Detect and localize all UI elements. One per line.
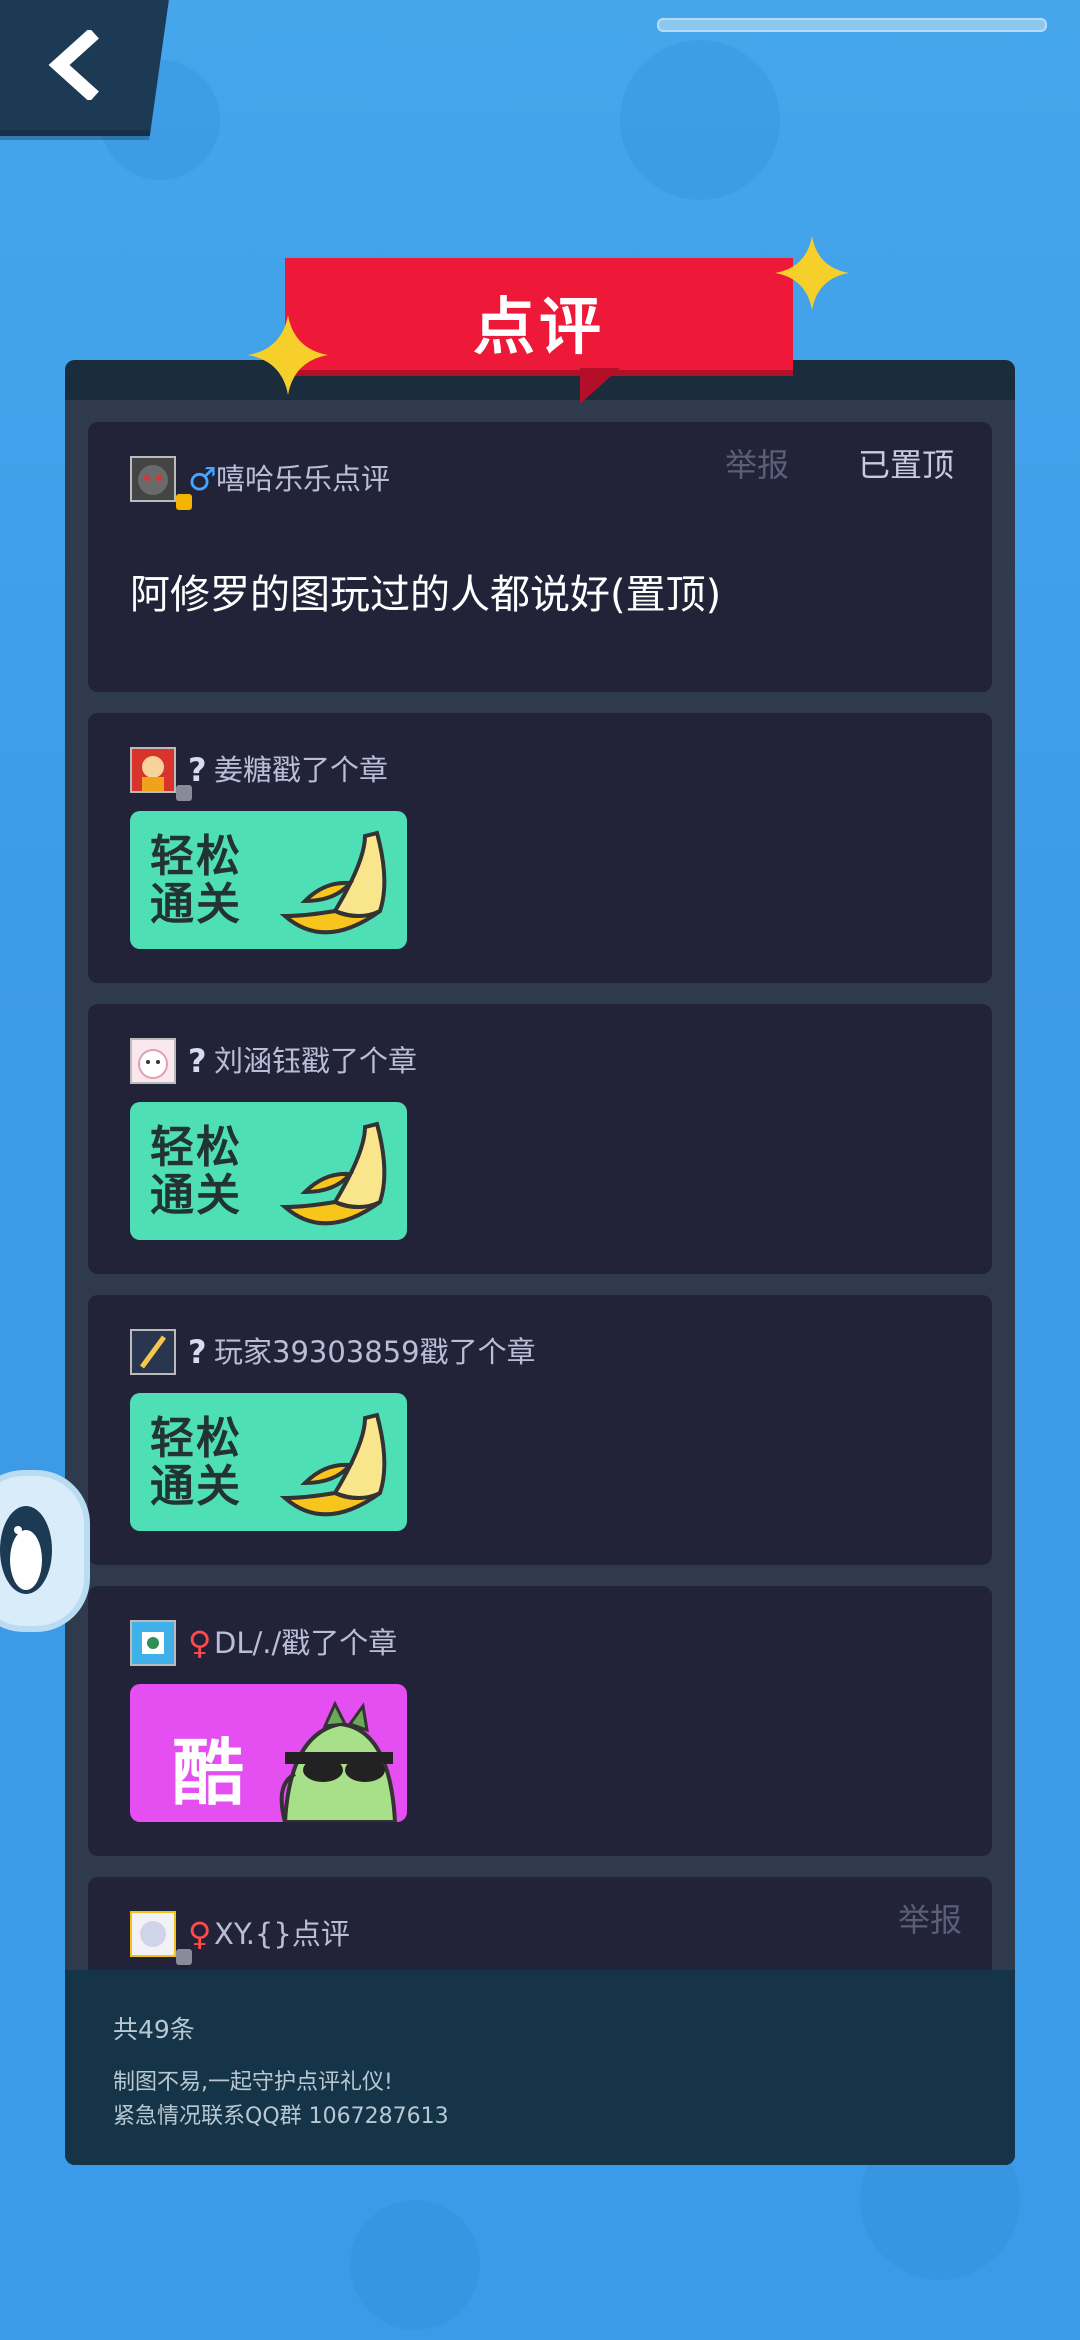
- username[interactable]: 玩家39303859戳了个章: [214, 1329, 536, 1375]
- banana-icon: [279, 1412, 387, 1517]
- etiquette-note: 制图不易,一起守护点评礼仪!: [113, 2070, 393, 2095]
- gender-icon: ?: [188, 1042, 207, 1080]
- background-decoration: [350, 2200, 480, 2330]
- comment-list[interactable]: ♂ 嘻哈乐乐点评 举报 已置顶 阿修罗的图玩过的人都说好(置顶) ? 姜糖戳了个…: [88, 422, 992, 1972]
- gender-icon: ?: [188, 751, 207, 789]
- gender-icon: ?: [188, 1333, 207, 1371]
- report-button[interactable]: 举报: [725, 442, 789, 488]
- chevron-left-icon[interactable]: [45, 30, 105, 100]
- sticker-text: 轻松通关: [150, 1413, 242, 1512]
- gender-icon: ♀: [188, 1915, 212, 1953]
- username[interactable]: 嘻哈乐乐点评: [216, 456, 390, 502]
- pinned-label[interactable]: 已置顶: [858, 442, 954, 488]
- sticker-easy-clear: 轻松通关: [130, 811, 407, 949]
- username[interactable]: 刘涵钰戳了个章: [214, 1038, 417, 1084]
- comment-card: ? 刘涵钰戳了个章 轻松通关: [88, 1004, 992, 1274]
- comment-text: 阿修罗的图玩过的人都说好(置顶): [130, 572, 722, 618]
- banner-tail: [580, 368, 620, 404]
- sparkle-icon: [248, 315, 328, 395]
- sticker-text: 轻松通关: [150, 831, 242, 930]
- comments-panel: ♂ 嘻哈乐乐点评 举报 已置顶 阿修罗的图玩过的人都说好(置顶) ? 姜糖戳了个…: [65, 360, 1015, 2165]
- username[interactable]: XY.{}点评: [214, 1911, 350, 1957]
- progress-bar: [657, 18, 1047, 32]
- sticker-text: 酷: [172, 1731, 245, 1815]
- sticker-cool: 酷: [130, 1684, 407, 1822]
- comment-card: ? 姜糖戳了个章 轻松通关: [88, 713, 992, 983]
- sticker-easy-clear: 轻松通关: [130, 1102, 407, 1240]
- username[interactable]: 姜糖戳了个章: [214, 747, 388, 793]
- avatar[interactable]: [130, 456, 176, 502]
- gender-icon: ♀: [188, 1624, 212, 1662]
- total-count: 共49条: [113, 2015, 195, 2044]
- avatar[interactable]: [130, 747, 176, 793]
- title-banner: 点评: [285, 258, 793, 370]
- sticker-text: 轻松通关: [150, 1122, 242, 1221]
- gender-icon: ♂: [188, 460, 217, 498]
- banana-icon: [279, 830, 387, 935]
- contact-note: 紧急情况联系QQ群 1067287613: [113, 2104, 449, 2129]
- qq-float-button[interactable]: [0, 1470, 90, 1632]
- avatar[interactable]: [130, 1911, 176, 1957]
- background-decoration: [620, 40, 780, 200]
- avatar[interactable]: [130, 1038, 176, 1084]
- banana-icon: [279, 1121, 387, 1226]
- page-title: 点评: [472, 290, 605, 363]
- avatar[interactable]: [130, 1329, 176, 1375]
- comment-card: ♀ XY.{}点评 举报: [88, 1877, 992, 1972]
- report-button[interactable]: 举报: [898, 1897, 962, 1943]
- panel-footer: 共49条 制图不易,一起守护点评礼仪! 紧急情况联系QQ群 1067287613: [65, 1970, 1015, 2165]
- sticker-easy-clear: 轻松通关: [130, 1393, 407, 1531]
- sparkle-icon: [775, 236, 849, 310]
- penguin-icon: [0, 1506, 52, 1594]
- username[interactable]: DL/./戳了个章: [214, 1620, 397, 1666]
- avatar[interactable]: [130, 1620, 176, 1666]
- comment-card: ♂ 嘻哈乐乐点评 举报 已置顶 阿修罗的图玩过的人都说好(置顶): [88, 422, 992, 692]
- comment-card: ? 玩家39303859戳了个章 轻松通关: [88, 1295, 992, 1565]
- comment-card: ♀ DL/./戳了个章 酷: [88, 1586, 992, 1856]
- dinosaur-sunglasses-icon: [279, 1700, 398, 1822]
